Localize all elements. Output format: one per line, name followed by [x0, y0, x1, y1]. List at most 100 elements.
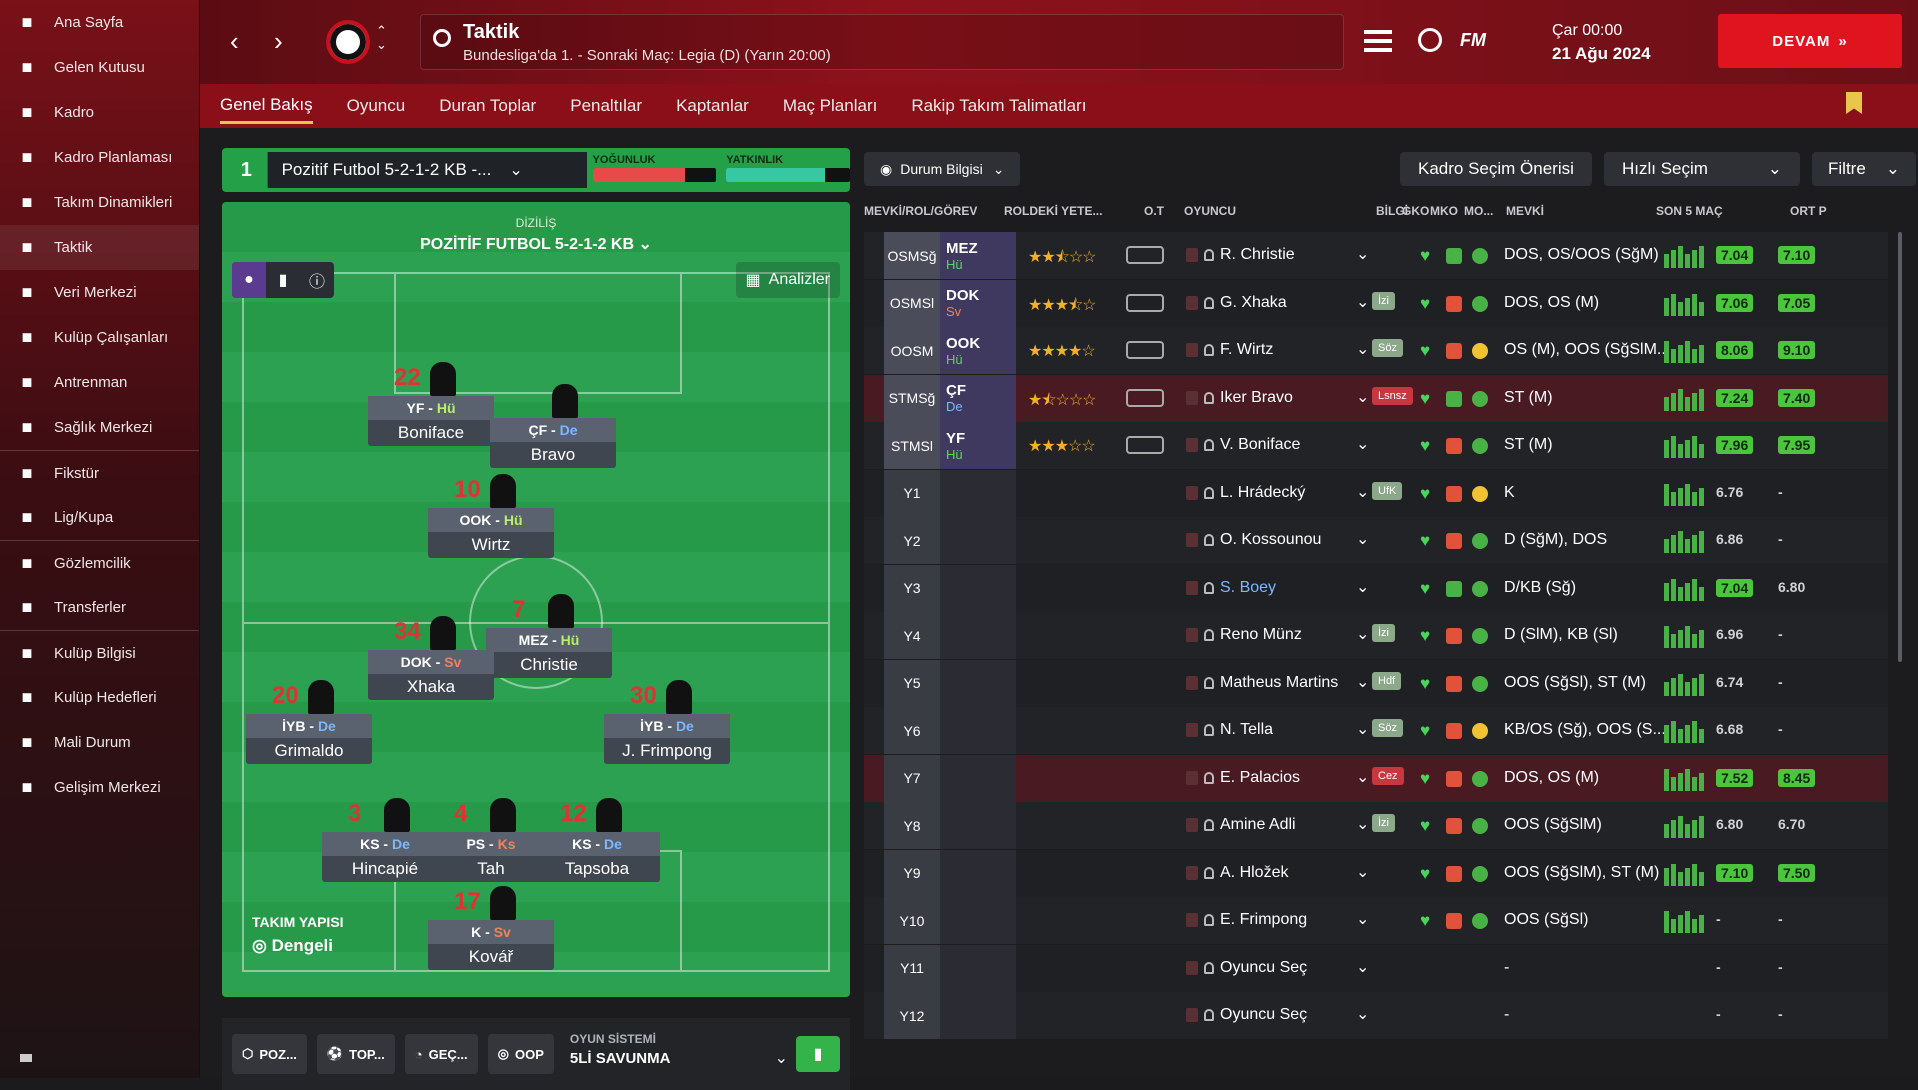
view-toggle-group[interactable]: ● ▮ ⓘ [232, 262, 334, 298]
ot-toggle-icon[interactable] [1126, 388, 1164, 407]
sidebar-item-16[interactable]: ■ Mali Durum [0, 720, 199, 765]
player-name[interactable]: Christie [486, 652, 612, 678]
player-name[interactable]: Xhaka [368, 674, 494, 700]
chevron-down-icon[interactable]: ⌄ [1356, 909, 1369, 929]
status-dropdown[interactable]: ◉ Durum Bilgisi ⌄ [864, 152, 1021, 186]
column-header[interactable]: O.T [1144, 204, 1164, 218]
table-row[interactable]: OOSM OOK Hü ★★★★☆ F. Wirtz ⌄ Söz ♥ OS (M), OOS (… [864, 327, 1888, 374]
player-role[interactable]: DOK - Sv [368, 650, 494, 674]
suggest-button[interactable]: Kadro Seçim Önerisi [1400, 152, 1592, 186]
sidebar-item-1[interactable]: ■ Gelen Kutusu [0, 45, 199, 90]
pitch-player[interactable]: 20 İYB - De Grimaldo [246, 678, 372, 764]
fm-logo[interactable]: FM [1460, 30, 1486, 51]
role-cell[interactable]: ÇF De [940, 374, 1016, 422]
player-role[interactable]: İYB - De [246, 714, 372, 738]
pitch-player[interactable]: 30 İYB - De J. Frimpong [604, 678, 730, 764]
menu-icon[interactable] [1364, 30, 1392, 52]
possession-button[interactable]: ⬡ POZ... [232, 1034, 307, 1074]
tab-4[interactable]: Kaptanlar [676, 90, 749, 122]
player-name[interactable]: Iker Bravo [1220, 389, 1293, 407]
role-cell[interactable]: OOK Hü [940, 327, 1016, 374]
player-name[interactable]: Oyuncu Seç [1220, 959, 1307, 977]
role-cell[interactable] [940, 802, 1016, 849]
chevron-down-icon[interactable]: ⌄ [1356, 244, 1369, 264]
table-row[interactable]: OSMSğ MEZ Hü ★★⯪☆☆ R. Christie ⌄ ♥ DOS, OS/OOS … [864, 232, 1888, 279]
sidebar-item-5[interactable]: ■ Taktik [0, 225, 199, 270]
player-role[interactable]: K - Sv [428, 920, 554, 944]
sidebar-item-7[interactable]: ■ Kulüp Çalışanları [0, 315, 199, 360]
player-name[interactable]: O. Kossounou [1220, 531, 1321, 549]
table-row[interactable]: Y5 Matheus Martins ⌄ Hdf ♥ OOS (SğSl), ST (M)… [864, 659, 1888, 707]
role-cell[interactable] [940, 897, 1016, 944]
role-cell[interactable] [940, 992, 1016, 1039]
tab-2[interactable]: Duran Toplar [439, 90, 536, 122]
role-cell[interactable] [940, 707, 1016, 754]
player-name[interactable]: N. Tella [1220, 721, 1273, 739]
sidebar-item-2[interactable]: ■ Kadro [0, 90, 199, 135]
sidebar-item-15[interactable]: ■ Kulüp Hedefleri [0, 675, 199, 720]
chevron-down-icon[interactable]: ⌄ [1356, 672, 1369, 692]
table-row[interactable]: Y3 S. Boey ⌄ ♥ D/KB (Sğ) 7.04 6.80 [864, 564, 1888, 612]
role-cell[interactable] [940, 612, 1016, 659]
pitch-player[interactable]: 10 OOK - Hü Wirtz [428, 472, 554, 558]
sidebar-item-4[interactable]: ■ Takım Dinamikleri [0, 180, 199, 225]
sidebar-item-13[interactable]: ■ Transferler [0, 585, 199, 630]
player-name[interactable]: Matheus Martins [1220, 674, 1338, 692]
pitch-player[interactable]: 7 MEZ - Hü Christie [486, 592, 612, 678]
column-header[interactable]: MEVKİ [1506, 204, 1544, 218]
column-header[interactable]: GKO [1402, 204, 1429, 218]
role-cell[interactable] [940, 564, 1016, 612]
sidebar-item-6[interactable]: ■ Veri Merkezi [0, 270, 199, 315]
table-row[interactable]: OSMSl DOK Sv ★★★⯪☆ G. Xhaka ⌄ İzi ♥ DOS, OS (M) 7… [864, 279, 1888, 327]
chevron-down-icon[interactable]: ⌄ [1356, 529, 1369, 549]
player-name[interactable]: F. Wirtz [1220, 341, 1273, 359]
player-name[interactable]: Tapsoba [534, 856, 660, 882]
chevron-down-icon[interactable]: ⌄ [1356, 434, 1369, 454]
chevron-down-icon[interactable]: ⌄ [1356, 814, 1369, 834]
sidebar-item-14[interactable]: ■ Kulüp Bilgisi [0, 630, 199, 675]
pitch-player[interactable]: 12 KS - De Tapsoba [534, 796, 660, 882]
role-cell[interactable] [940, 469, 1016, 517]
tab-3[interactable]: Penaltılar [570, 90, 642, 122]
tab-6[interactable]: Rakip Takım Talimatları [911, 90, 1086, 122]
chevron-down-icon[interactable]: ⌄ [1356, 339, 1369, 359]
player-name[interactable]: S. Boey [1220, 579, 1276, 597]
table-row[interactable]: Y1 L. Hrádecký ⌄ UfK ♥ K 6.76 - [864, 469, 1888, 517]
role-cell[interactable]: MEZ Hü [940, 232, 1016, 279]
stats-view-icon[interactable]: ▮ [266, 262, 300, 298]
player-name[interactable]: Amine Adli [1220, 816, 1296, 834]
player-name[interactable]: E. Palacios [1220, 769, 1300, 787]
role-cell[interactable] [940, 944, 1016, 992]
player-role[interactable]: KS - De [534, 832, 660, 856]
chevron-down-icon[interactable]: ⌄ [1356, 292, 1369, 312]
player-role[interactable]: ÇF - De [490, 418, 616, 442]
table-row[interactable]: STMSl YF Hü ★★★☆☆ V. Boniface ⌄ ♥ ST (M) 7.96 7.9… [864, 422, 1888, 469]
player-role[interactable]: MEZ - Hü [486, 628, 612, 652]
sidebar-item-9[interactable]: ■ Sağlık Merkezi [0, 405, 199, 450]
pitch-player[interactable]: ÇF - De Bravo [490, 382, 616, 468]
player-name[interactable]: Wirtz [428, 532, 554, 558]
player-name[interactable]: Kovář [428, 944, 554, 970]
column-header[interactable]: ROLDEKİ YETE... [1004, 204, 1102, 218]
role-cell[interactable] [940, 754, 1016, 802]
table-row[interactable]: Y12 Oyuncu Seç ⌄ - - - [864, 992, 1888, 1039]
role-cell[interactable]: YF Hü [940, 422, 1016, 469]
sidebar-item-0[interactable]: ■ Ana Sayfa [0, 0, 199, 45]
table-row[interactable]: Y11 Oyuncu Seç ⌄ - - - [864, 944, 1888, 992]
sidebar-item-12[interactable]: ■ Gözlemcilik [0, 540, 199, 585]
player-name[interactable]: L. Hrádecký [1220, 484, 1305, 502]
forward-button[interactable]: › [274, 26, 283, 57]
player-role[interactable]: OOK - Hü [428, 508, 554, 532]
chevron-down-icon[interactable]: ⌄ [1356, 862, 1369, 882]
table-row[interactable]: Y10 E. Frimpong ⌄ ♥ OOS (SğSl) - - [864, 897, 1888, 944]
sidebar-item-11[interactable]: ■ Lig/Kupa [0, 495, 199, 540]
column-header[interactable]: SON 5 MAÇ [1656, 204, 1723, 218]
player-name[interactable]: Boniface [368, 420, 494, 446]
player-name[interactable]: J. Frimpong [604, 738, 730, 764]
ball-button[interactable]: ⚽ TOP... [316, 1034, 395, 1074]
pitch-player[interactable]: 34 DOK - Sv Xhaka [368, 614, 494, 700]
player-role[interactable]: İYB - De [604, 714, 730, 738]
chevron-down-icon[interactable]: ⌄ [1356, 387, 1369, 407]
role-cell[interactable] [940, 849, 1016, 897]
continue-button[interactable]: DEVAM » [1718, 14, 1902, 68]
